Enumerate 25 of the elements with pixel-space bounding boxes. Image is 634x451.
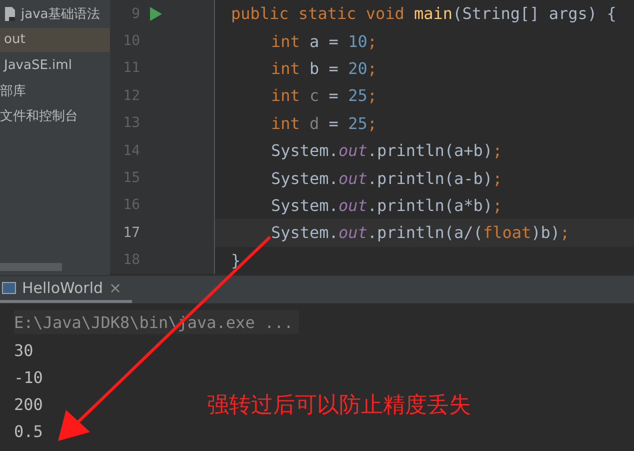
run-icon[interactable] <box>150 6 162 21</box>
annotation-text: 强转过后可以防止精度丢失 <box>207 392 471 420</box>
line-number: 17 <box>122 224 140 241</box>
code-line: } <box>230 250 242 272</box>
code-line: System.out.println(a-b); <box>270 168 504 190</box>
console-icon <box>2 282 16 294</box>
code-line: public static void main(String[] args) { <box>230 3 618 26</box>
project-item[interactable]: java基础语法 <box>0 2 110 26</box>
scrollbar[interactable] <box>0 263 62 271</box>
code-line: int c = 25; <box>270 85 378 108</box>
code-line: int a = 10; <box>270 30 378 53</box>
console-output: 200 <box>14 394 43 416</box>
close-icon[interactable]: × <box>109 279 122 297</box>
console-output: -10 <box>14 367 43 389</box>
project-item[interactable]: 文件和控制台 <box>0 104 110 128</box>
project-item[interactable]: 部库 <box>0 78 110 102</box>
code-line: System.out.println(a+b); <box>270 140 504 162</box>
code-line: System.out.println(a*b); <box>270 194 504 217</box>
project-item[interactable]: out <box>0 28 110 52</box>
file-icon <box>2 6 18 22</box>
console-output: 30 <box>14 340 34 362</box>
code-line: int d = 25; <box>270 112 378 135</box>
code-line: int b = 20; <box>270 58 378 80</box>
project-item[interactable]: JavaSE.iml <box>0 53 110 77</box>
console-output: 0.5 <box>14 421 43 443</box>
